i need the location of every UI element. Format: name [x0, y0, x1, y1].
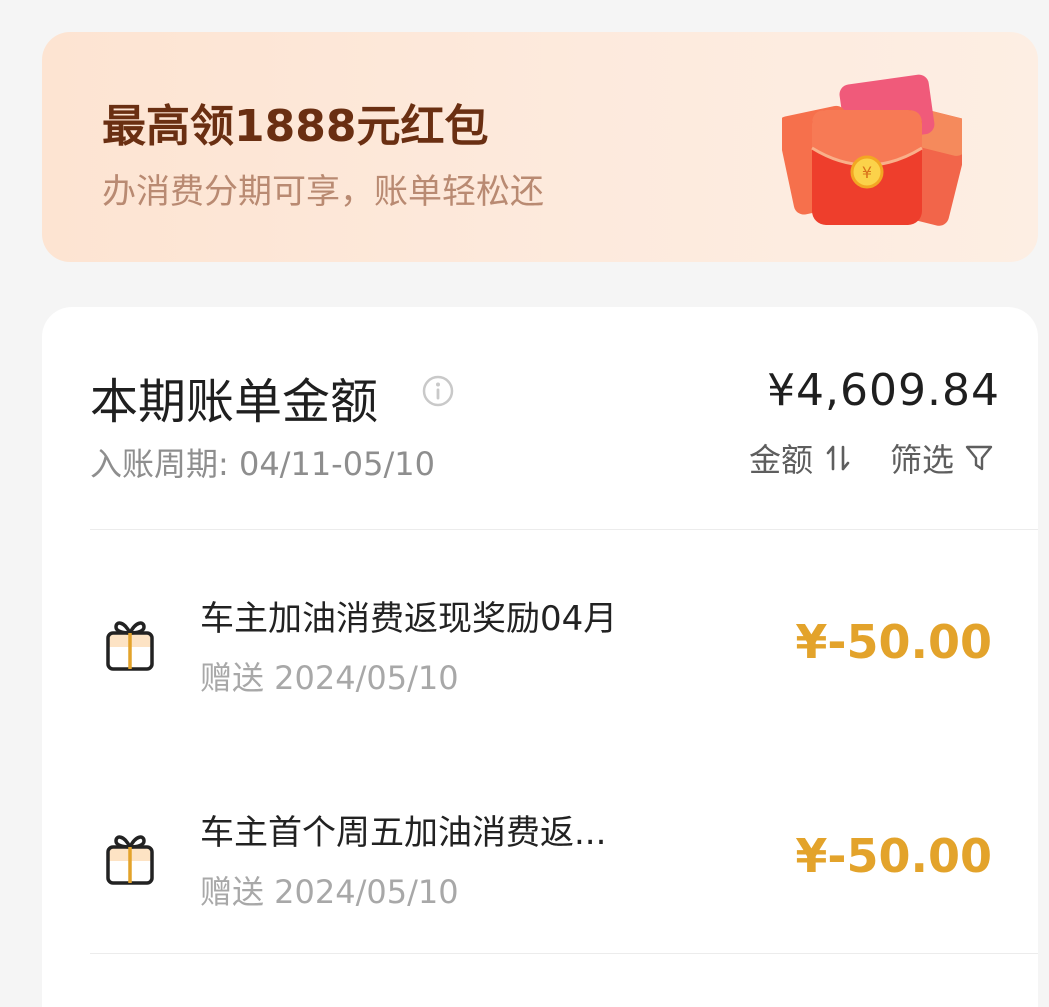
filter-icon — [965, 445, 993, 471]
sort-by-amount-button[interactable]: 金额 — [749, 435, 851, 481]
bill-card: 本期账单金额 ¥4,609.84 入账周期: 04/11-05/10 金额 筛选… — [42, 307, 1038, 1007]
info-icon[interactable] — [422, 375, 454, 407]
filter-button[interactable]: 筛选 — [890, 435, 994, 481]
banner-title: 最高领1888元红包 — [102, 101, 489, 152]
transaction-title: 车主首个周五加油消费返... — [200, 813, 607, 853]
gift-icon — [106, 835, 154, 885]
bill-amount: ¥4,609.84 — [767, 365, 1000, 416]
transaction-subtitle: 赠送 2024/05/10 — [200, 659, 459, 697]
transaction-subtitle: 赠送 2024/05/10 — [200, 873, 459, 911]
banner-subtitle: 办消费分期可享，账单轻松还 — [102, 172, 544, 212]
svg-text:¥: ¥ — [862, 163, 872, 182]
transaction-amount: ¥-50.00 — [795, 615, 992, 669]
gift-icon — [106, 621, 154, 671]
divider — [90, 953, 1038, 954]
billing-period: 入账周期: 04/11-05/10 — [90, 445, 435, 483]
filter-label: 筛选 — [890, 441, 955, 479]
promo-banner[interactable]: 最高领1888元红包 办消费分期可享，账单轻松还 ¥ — [42, 32, 1038, 262]
sort-label: 金额 — [749, 441, 814, 479]
divider — [90, 529, 1038, 530]
red-envelope-icon: ¥ — [782, 74, 962, 226]
transaction-row[interactable]: 车主加油消费返现奖励04月 赠送 2024/05/10 ¥-50.00 — [42, 577, 1038, 707]
transaction-row[interactable]: 车主首个周五加油消费返... 赠送 2024/05/10 ¥-50.00 — [42, 791, 1038, 921]
transaction-title: 车主加油消费返现奖励04月 — [200, 599, 618, 639]
bill-title: 本期账单金额 — [90, 374, 379, 430]
transaction-amount: ¥-50.00 — [795, 829, 992, 883]
sort-icon — [826, 445, 850, 471]
